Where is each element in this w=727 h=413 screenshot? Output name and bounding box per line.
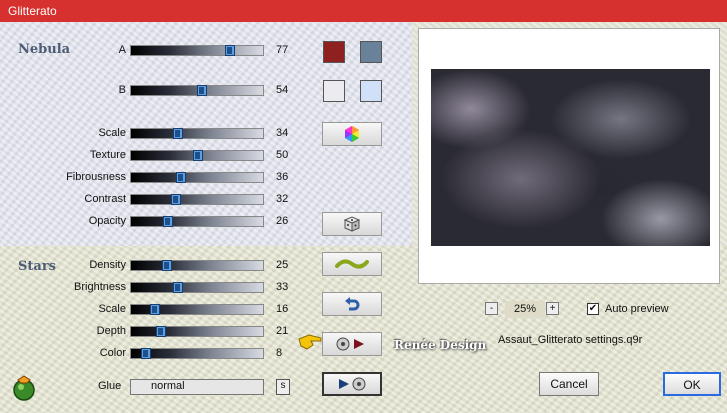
dice-icon xyxy=(343,216,361,232)
wave-button[interactable] xyxy=(322,252,382,276)
slider-label: Scale xyxy=(98,127,126,139)
slider-row-contrast: Contrast xyxy=(0,193,130,207)
slider-value: 36 xyxy=(276,171,289,183)
slider-thumb[interactable] xyxy=(171,194,181,205)
reset-button[interactable] xyxy=(322,292,382,316)
auto-preview-checkbox[interactable]: ✔ xyxy=(587,303,599,315)
window-title: Glitterato xyxy=(8,4,57,18)
slider-value: 34 xyxy=(276,127,289,139)
slider-row-texture: Texture xyxy=(0,149,130,163)
preview-image[interactable] xyxy=(431,69,710,246)
slider-thumb[interactable] xyxy=(156,326,166,337)
app-logo-icon xyxy=(13,375,35,401)
slider-thumb[interactable] xyxy=(173,282,183,293)
slider-value: 16 xyxy=(276,303,289,315)
color-wheel-icon xyxy=(345,126,359,142)
slider-a[interactable] xyxy=(130,45,264,56)
color-swatch-a-secondary[interactable] xyxy=(360,41,382,63)
zoom-in-button[interactable]: + xyxy=(546,302,559,315)
slider-thumb[interactable] xyxy=(225,45,235,56)
slider-value: 33 xyxy=(276,281,289,293)
slider-row-scale: Scale xyxy=(0,127,130,141)
slider-row-star-scale: Scale xyxy=(0,303,130,317)
slider-value: 25 xyxy=(276,259,289,271)
color-swatch-b-primary[interactable] xyxy=(323,80,345,102)
slider-value: 77 xyxy=(276,44,289,56)
slider-thumb[interactable] xyxy=(163,216,173,227)
slider-value: 8 xyxy=(276,347,283,359)
slider-scale[interactable] xyxy=(130,128,264,139)
slider-row-a: A xyxy=(0,44,130,58)
disc-save-icon xyxy=(339,377,366,391)
slider-star-scale[interactable] xyxy=(130,304,264,315)
slider-label: Depth xyxy=(96,325,126,337)
disc-load-icon xyxy=(336,337,364,351)
ok-button[interactable]: OK xyxy=(663,372,721,396)
load-settings-button[interactable] xyxy=(322,332,382,356)
slider-value: 54 xyxy=(276,84,289,96)
slider-brightness[interactable] xyxy=(130,282,264,293)
slider-value: 21 xyxy=(276,325,289,337)
glue-label: Glue xyxy=(98,380,122,392)
slider-thumb[interactable] xyxy=(150,304,160,315)
slider-b[interactable] xyxy=(130,85,264,96)
slider-fibrousness[interactable] xyxy=(130,172,264,183)
color-swatch-a-primary[interactable] xyxy=(323,41,345,63)
cancel-button[interactable]: Cancel xyxy=(539,372,599,396)
slider-label: Contrast xyxy=(84,193,126,205)
slider-contrast[interactable] xyxy=(130,194,264,205)
slider-thumb[interactable] xyxy=(141,348,151,359)
glue-s-button[interactable]: s xyxy=(276,379,290,395)
slider-depth[interactable] xyxy=(130,326,264,337)
slider-thumb[interactable] xyxy=(193,150,203,161)
slider-label: A xyxy=(118,44,126,56)
auto-preview-label: Auto preview xyxy=(605,303,669,315)
glue-select[interactable]: normal xyxy=(130,379,264,395)
slider-row-opacity: Opacity xyxy=(0,215,130,229)
undo-icon xyxy=(345,297,360,311)
wave-icon xyxy=(335,259,369,269)
slider-value: 32 xyxy=(276,193,289,205)
slider-label: Texture xyxy=(89,149,126,161)
slider-color[interactable] xyxy=(130,348,264,359)
slider-row-brightness: Brightness xyxy=(0,281,130,295)
settings-filename: Assaut_Glitterato settings.q9r xyxy=(498,334,643,346)
slider-label: Scale xyxy=(98,303,126,315)
slider-row-density: Density xyxy=(0,259,130,273)
slider-value: 50 xyxy=(276,149,289,161)
slider-label: Fibrousness xyxy=(66,171,126,183)
slider-opacity[interactable] xyxy=(130,216,264,227)
slider-label: Opacity xyxy=(88,215,126,227)
slider-row-color: Color xyxy=(0,347,130,361)
color-wheel-button[interactable] xyxy=(322,122,382,146)
slider-thumb[interactable] xyxy=(162,260,172,271)
slider-texture[interactable] xyxy=(130,150,264,161)
slider-row-fibrousness: Fibrousness xyxy=(0,171,130,185)
slider-thumb[interactable] xyxy=(197,85,207,96)
title-bar: Glitterato xyxy=(0,0,727,22)
slider-thumb[interactable] xyxy=(176,172,186,183)
slider-row-depth: Depth xyxy=(0,325,130,339)
slider-label: Brightness xyxy=(74,281,126,293)
slider-label: Density xyxy=(89,259,126,271)
watermark-text: Renée Design xyxy=(394,338,487,352)
slider-thumb[interactable] xyxy=(173,128,183,139)
slider-row-b: B xyxy=(0,84,130,98)
slider-label: B xyxy=(118,84,126,96)
color-swatch-b-secondary[interactable] xyxy=(360,80,382,102)
close-button[interactable] xyxy=(687,0,727,22)
slider-density[interactable] xyxy=(130,260,264,271)
save-settings-button[interactable] xyxy=(322,372,382,396)
random-dice-button[interactable] xyxy=(322,212,382,236)
slider-label: Color xyxy=(99,347,126,359)
zoom-out-button[interactable]: - xyxy=(485,302,498,315)
zoom-value: 25% xyxy=(505,301,545,318)
slider-value: 26 xyxy=(276,215,289,227)
pointing-hand-icon xyxy=(298,334,322,350)
